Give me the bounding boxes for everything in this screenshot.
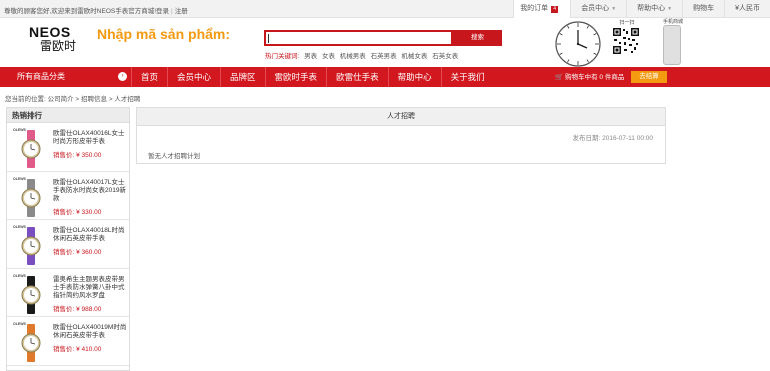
member-center-link[interactable]: 会员中心 ▼ (570, 0, 626, 18)
all-categories-label: 所有商品分类 (17, 72, 65, 81)
hot-keyword[interactable]: 女表 (322, 53, 335, 60)
help-center-link[interactable]: 帮助中心 ▼ (626, 0, 682, 18)
nav-item-neos-watches[interactable]: 雷欧时手表 (264, 67, 327, 87)
product-item[interactable]: OLEWS 雷奥希生主题男表皮带男士手表防水弹簧八卦中式指针简约风水罗盘 销售价: … (7, 269, 129, 317)
all-categories-button[interactable]: 所有商品分类 › (7, 67, 131, 87)
breadcrumb: 您当前的位置: 公司简介 > 招聘信息 > 人才招聘 (5, 96, 141, 103)
publish-date: 发布日期: 2016-07-11 00:00 (572, 135, 653, 142)
nav-item-help-center[interactable]: 帮助中心 (387, 67, 441, 87)
clock-icon (555, 21, 601, 67)
chevron-down-icon: ▼ (611, 6, 617, 12)
help-center-label: 帮助中心 (637, 5, 666, 12)
nav-item-member-center[interactable]: 会员中心 (167, 67, 220, 87)
order-count-badge: 4 (551, 6, 559, 13)
product-price: 销售价: ¥ 360.00 (53, 249, 102, 256)
nav-item-brand-zone[interactable]: 品牌区 (220, 67, 265, 87)
mobile-shop-box: 手机商城 (653, 18, 693, 66)
hot-keyword[interactable]: 男表 (304, 53, 317, 60)
product-name[interactable]: 欧雷仕OLAX40018L时尚休闲石英皮带手表 (53, 227, 129, 243)
wristwatch-icon (21, 227, 41, 265)
qr-title: 扫一扫 (619, 20, 635, 26)
cart-label: 购物车 (693, 5, 715, 12)
logo-english: NEOS (29, 24, 71, 40)
hot-keywords-label: 热门关键词: (265, 53, 300, 60)
shopping-cart-icon: 🛒 (555, 74, 564, 81)
main-nav: 所有商品分类 › 首页 会员中心 品牌区 雷欧时手表 欧雷仕手表 帮助中心 关于… (0, 67, 770, 87)
my-orders-label: 我的订单 (520, 5, 549, 12)
nav-item-about-us[interactable]: 关于我们 (440, 67, 494, 87)
wristwatch-icon (21, 324, 41, 362)
hot-keyword[interactable]: 机械男表 (340, 53, 366, 60)
hot-keyword[interactable]: 机械女表 (401, 53, 427, 60)
cart-summary[interactable]: 🛒 购物车中有 0 件商品 (555, 71, 624, 81)
qr-code-box: 扫一扫 (612, 20, 642, 66)
logo-chinese: 雷欧时 (40, 39, 77, 53)
my-orders-link[interactable]: 我的订单 4 (513, 0, 571, 18)
wristwatch-icon (21, 178, 41, 217)
product-name[interactable]: 欧雷仕OLAX40016L女士时尚方形皮带手表 (53, 130, 129, 146)
product-item[interactable]: OLEWS 欧雷仕OLAX40016L女士时尚方形皮带手表 销售价: ¥ 350.0… (7, 123, 129, 172)
search-button[interactable]: 搜索 (453, 30, 502, 46)
product-name[interactable]: 欧雷仕OLAX40019M时尚休闲石英皮带手表 (53, 324, 129, 340)
panel-title: 人才招聘 (137, 108, 665, 126)
product-item[interactable]: OLEWS 欧雷仕OLAX40018L时尚休闲石英皮带手表 销售价: ¥ 360.0… (7, 220, 129, 269)
wristwatch-icon (21, 275, 41, 314)
product-name[interactable]: 欧雷仕OLAX40017L女士手表防水时尚女表2019新款 (53, 179, 129, 203)
cart-summary-text: 购物车中有 0 件商品 (565, 74, 625, 81)
product-price: 销售价: ¥ 410.00 (53, 346, 102, 353)
job-panel: 人才招聘 发布日期: 2016-07-11 00:00 暂无人才招聘计划 (136, 107, 666, 164)
chevron-down-icon: ▼ (667, 6, 673, 12)
mobile-shop-title: 手机商城 (662, 19, 683, 25)
login-link[interactable]: 登录 (156, 8, 169, 15)
nav-item-olews-watches[interactable]: 欧雷仕手表 (326, 67, 388, 87)
qr-code-icon (612, 27, 640, 55)
text-cursor (268, 34, 269, 43)
product-name[interactable]: 雷奥希生主题男表皮带男士手表防水弹簧八卦中式指针简约风水罗盘 (53, 276, 129, 300)
phone-icon (663, 25, 681, 65)
member-center-label: 会员中心 (581, 5, 610, 12)
search-input[interactable] (264, 30, 453, 46)
site-logo[interactable]: NEOS 雷欧时 (29, 25, 97, 53)
hot-keywords: 热门关键词: 男表 女表 机械男表 石英男表 机械女表 石英女表 (265, 50, 458, 60)
welcome-message: 尊敬的顾客您好,欢迎来到雷欧时NEOS手表官方商城!登录 | 注册 (4, 8, 188, 15)
currency-label: ¥人民币 (735, 5, 760, 12)
checkout-button[interactable]: 去结算 (631, 71, 667, 83)
wristwatch-icon (21, 130, 41, 168)
currency-selector[interactable]: ¥人民币 (724, 0, 770, 18)
nav-menu: 首页 会员中心 品牌区 雷欧时手表 欧雷仕手表 帮助中心 关于我们 (131, 67, 494, 87)
hot-keyword[interactable]: 石英男表 (371, 53, 397, 60)
product-price: 销售价: ¥ 988.00 (53, 305, 102, 313)
welcome-text: 尊敬的顾客您好,欢迎来到雷欧时NEOS手表官方商城! (4, 8, 157, 15)
chevron-right-icon: › (118, 72, 127, 81)
cart-link[interactable]: 购物车 (682, 0, 724, 18)
bestseller-sidebar: 热销排行 OLEWS 欧雷仕OLAX40016L女士时尚方形皮带手表 销售价: ¥ … (6, 107, 130, 371)
hot-keyword[interactable]: 石英女表 (432, 53, 458, 60)
register-link[interactable]: 注册 (175, 8, 188, 15)
job-content: 暂无人才招聘计划 (148, 153, 200, 160)
product-item[interactable]: OLEWS 欧雷仕OLAX40019M时尚休闲石英皮带手表 销售价: ¥ 410.0… (7, 317, 129, 366)
search-annotation: Nhập mã sản phẩm: (97, 26, 231, 42)
top-bar: 尊敬的顾客您好,欢迎来到雷欧时NEOS手表官方商城!登录 | 注册 我的订单 4 会员… (0, 0, 770, 18)
product-price: 销售价: ¥ 350.00 (53, 152, 102, 159)
product-item[interactable]: OLEWS 欧雷仕OLAX40017L女士手表防水时尚女表2019新款 销售价: ¥… (7, 172, 129, 220)
product-price: 销售价: ¥ 330.00 (53, 208, 102, 216)
sidebar-title: 热销排行 (7, 108, 129, 123)
nav-item-home[interactable]: 首页 (131, 67, 167, 87)
top-links: 我的订单 4 会员中心 ▼ 帮助中心 ▼ 购物车 ¥人民币 (513, 0, 770, 18)
